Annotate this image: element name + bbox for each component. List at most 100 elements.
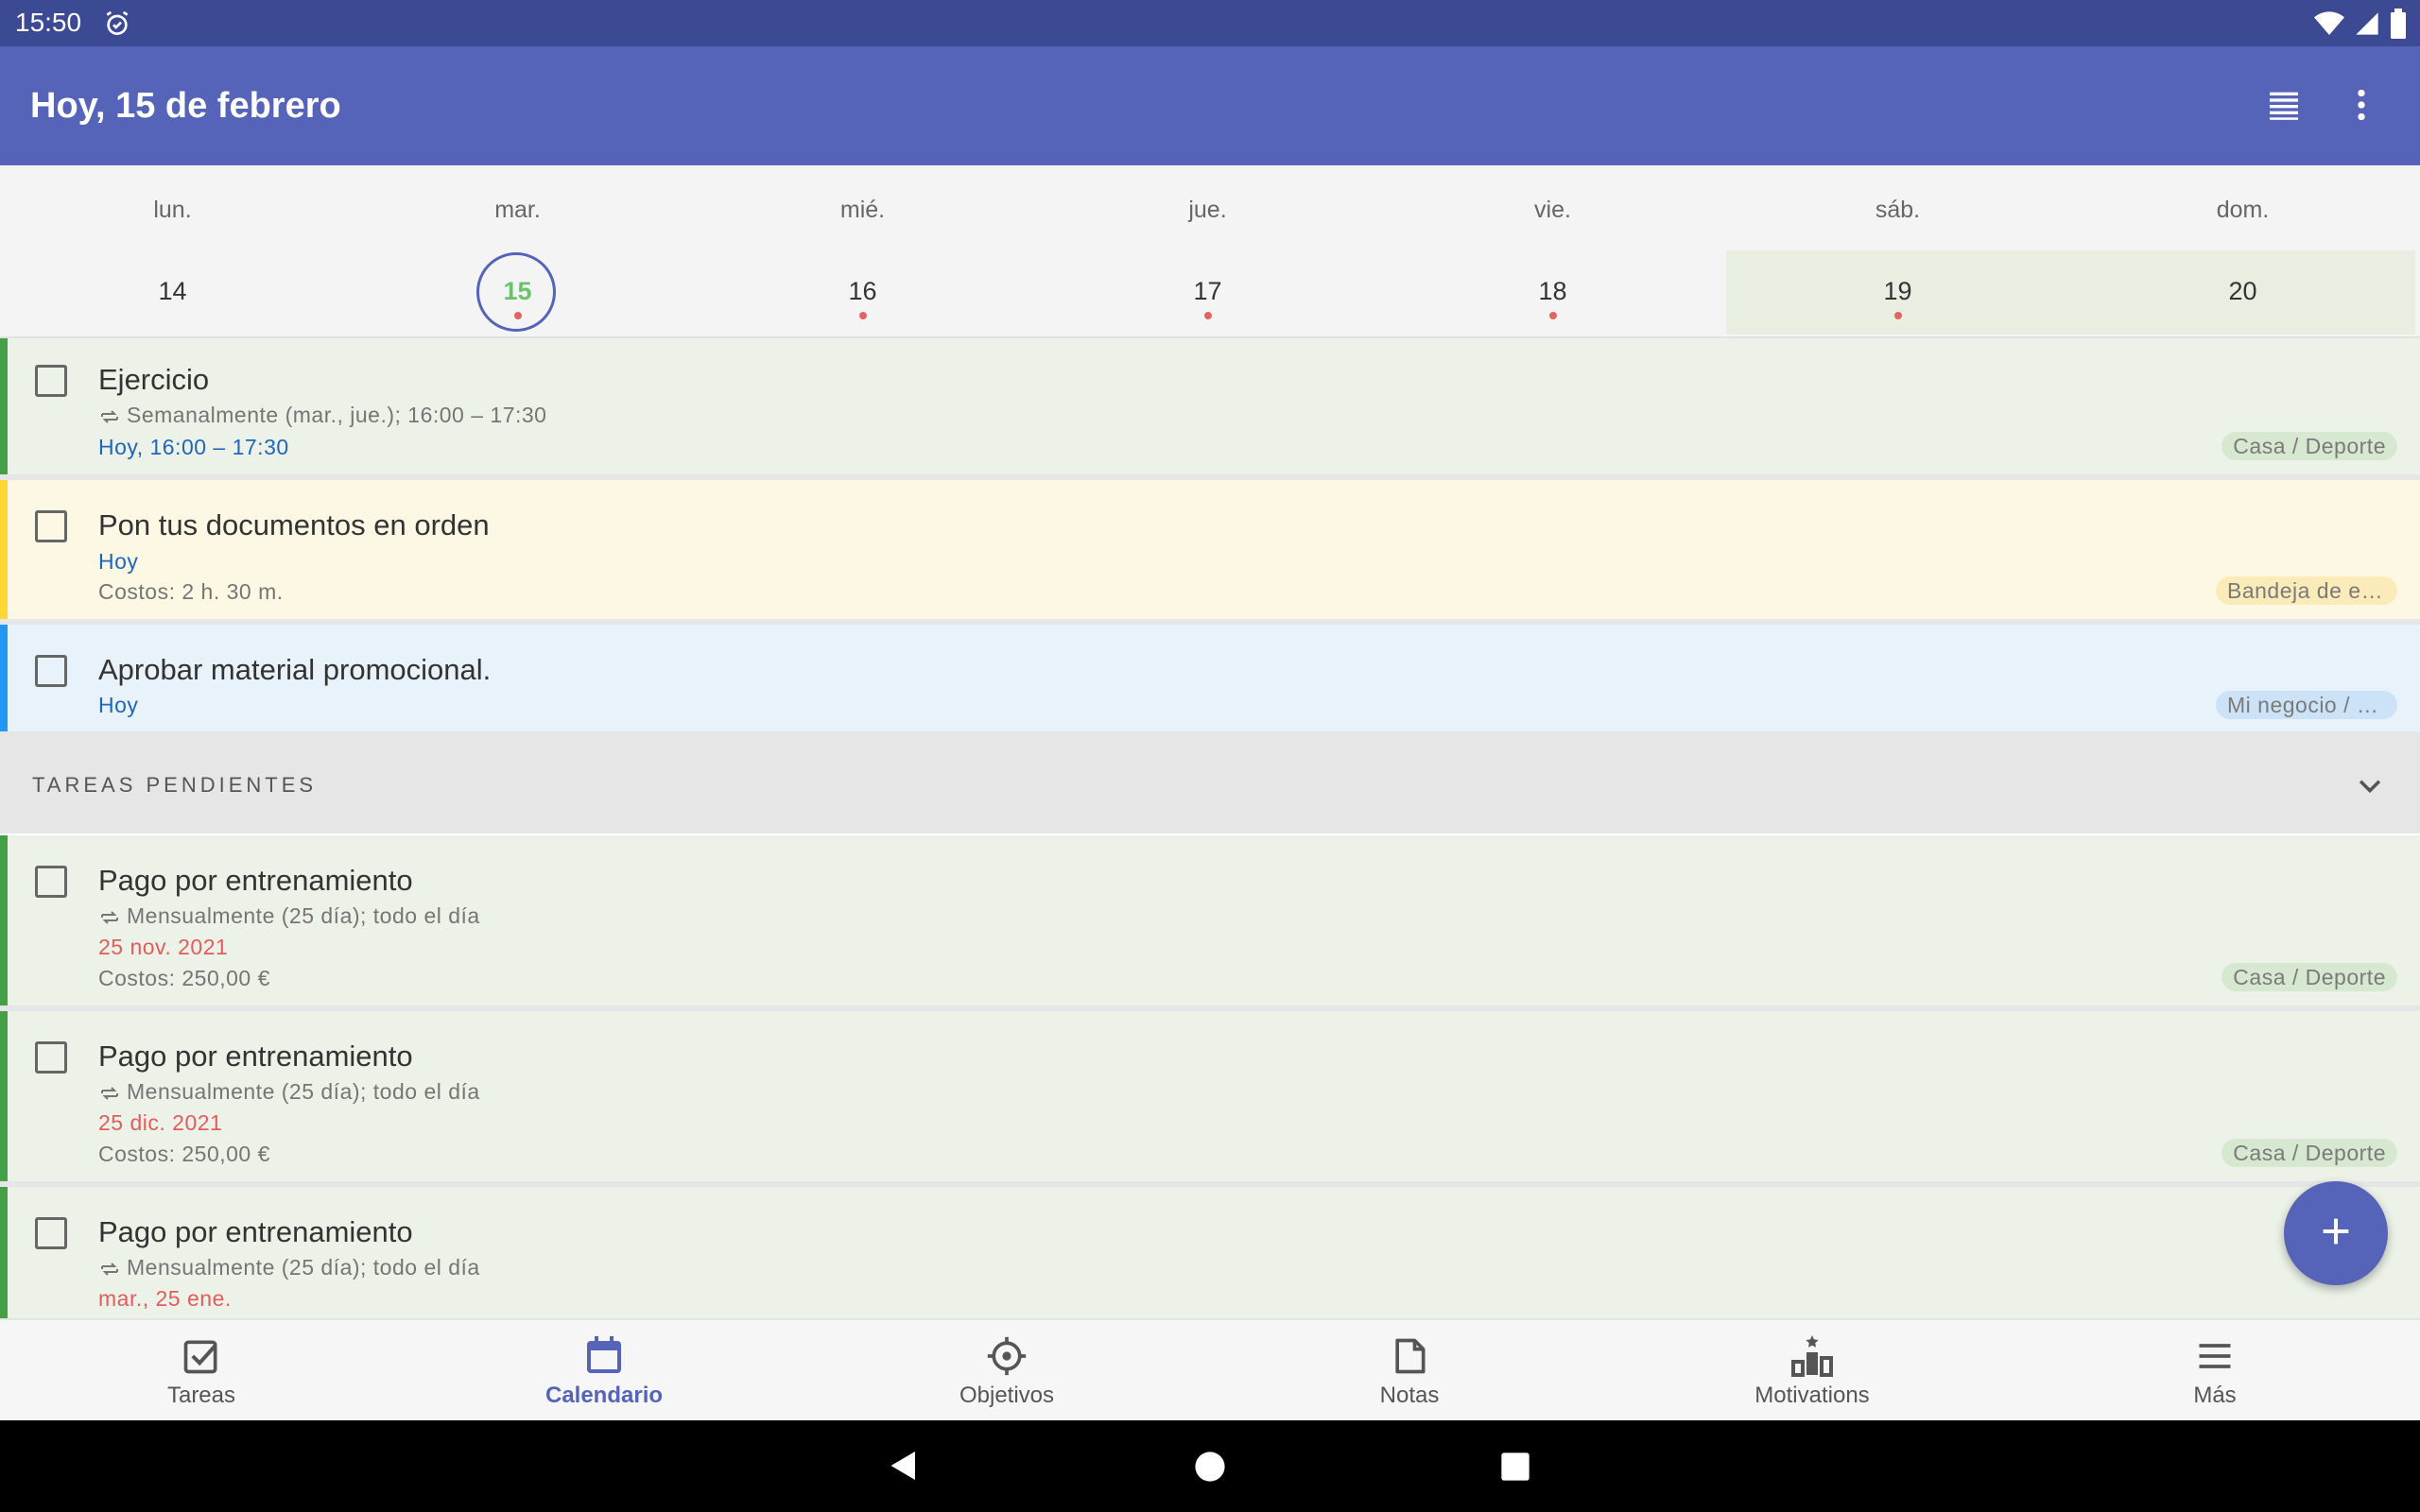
event-dot [1893,312,1902,319]
repeat-text: Mensualmente (25 día); todo el día [127,1079,480,1104]
nav-label: Notas [1379,1383,1440,1408]
overflow-menu-button[interactable] [2339,84,2384,129]
task-item[interactable]: Pago por entrenamiento Mensualmente (25 … [0,1011,2420,1181]
task-title: Pago por entrenamiento [98,1215,413,1248]
task-repeat: Mensualmente (25 día); todo el día [98,1255,480,1280]
day-thursday[interactable]: jue. 17 [1035,165,1380,335]
task-checkbox[interactable] [35,1217,67,1249]
system-navigation-bar [0,1420,2420,1512]
list-view-button[interactable] [2261,84,2307,129]
task-cost: Costos: 2 h. 30 m. [98,579,284,604]
task-cost: Costos: 250,00 € [98,966,270,990]
nav-label: Tareas [166,1383,236,1408]
target-icon [984,1333,1029,1379]
task-checkbox[interactable] [35,655,67,687]
page-title: Hoy, 15 de febrero [30,86,341,126]
day-saturday[interactable]: sáb. 19 [1725,165,2070,335]
repeat-text: Semanalmente (mar., jue.); 16:00 – 17:30 [127,403,547,427]
alarm-icon [102,9,132,43]
day-number: 19 [1883,277,1912,305]
task-item[interactable]: Pago por entrenamiento Mensualmente (25 … [0,1187,2420,1318]
plus-icon [2317,1212,2355,1255]
priority-bar [0,1011,8,1181]
task-due: 25 dic. 2021 [98,1110,223,1135]
task-item[interactable]: Aprobar material promocional. Hoy Mi neg… [0,625,2420,731]
nav-label: Motivations [1754,1383,1870,1408]
chevron-down-icon[interactable] [2354,769,2386,806]
day-monday[interactable]: lun. 14 [0,165,345,335]
day-sunday[interactable]: dom. 20 [2070,165,2415,335]
add-task-button[interactable] [2284,1181,2388,1285]
task-item[interactable]: Ejercicio Semanalmente (mar., jue.); 16:… [0,338,2420,474]
event-dot [1203,312,1212,319]
repeat-text: Mensualmente (25 día); todo el día [127,903,480,928]
nav-label: Objetivos [959,1383,1055,1408]
task-checkbox[interactable] [35,1041,67,1074]
task-due: 25 nov. 2021 [98,935,229,959]
task-title: Pago por entrenamiento [98,1040,413,1073]
repeat-icon [98,1082,121,1105]
task-when: Hoy [98,549,139,574]
day-name: vie. [1534,197,1571,223]
event-dot [1548,312,1557,319]
day-friday[interactable]: vie. 18 [1380,165,1725,335]
task-when: Hoy, 16:00 – 17:30 [98,435,289,459]
task-tag: Bandeja de entrada [2216,576,2397,605]
day-name: jue. [1188,197,1227,223]
list-view-icon [2265,86,2303,129]
nav-mas[interactable]: Más [2014,1320,2416,1422]
recents-icon[interactable] [1500,1452,1530,1486]
checkbox-icon [179,1333,224,1379]
priority-bar [0,625,8,731]
priority-bar [0,835,8,1005]
more-vert-icon [2342,86,2380,129]
battery-icon [2390,9,2407,43]
task-cost: Costos: 250,00 € [98,1142,270,1166]
repeat-icon [98,405,121,428]
task-tag: Casa / Deporte [2221,432,2397,460]
task-item[interactable]: Pago por entrenamiento Mensualmente (25 … [0,835,2420,1005]
nav-label: Más [2193,1383,2237,1408]
task-title: Aprobar material promocional. [98,653,492,686]
calendar-icon [581,1333,627,1379]
menu-icon [2192,1333,2238,1379]
nav-tareas[interactable]: Tareas [0,1320,403,1422]
task-due: mar., 25 ene. [98,1286,232,1311]
nav-motivations[interactable]: Motivations [1611,1320,2014,1422]
task-checkbox[interactable] [35,365,67,397]
nav-notas[interactable]: Notas [1208,1320,1611,1422]
pending-section-header[interactable]: TAREAS PENDIENTES [0,737,2420,833]
day-name: sáb. [1875,197,1921,223]
home-icon[interactable] [1194,1451,1226,1487]
repeat-icon [98,1258,121,1280]
task-checkbox[interactable] [35,510,67,542]
day-tuesday-today[interactable]: mar. 15 [345,165,690,335]
task-title: Pon tus documentos en orden [98,508,490,541]
day-wednesday[interactable]: mié. 16 [690,165,1035,335]
repeat-icon [98,906,121,929]
podium-icon [1789,1333,1835,1379]
wifi-icon [2314,9,2344,43]
task-item[interactable]: Pon tus documentos en orden Hoy Costos: … [0,480,2420,619]
day-number: 18 [1538,277,1567,305]
day-name: dom. [2216,197,2270,223]
day-number: 14 [158,277,187,305]
repeat-text: Mensualmente (25 día); todo el día [127,1255,480,1280]
task-repeat: Mensualmente (25 día); todo el día [98,903,480,929]
nav-objetivos[interactable]: Objetivos [805,1320,1208,1422]
day-number: 15 [503,277,532,305]
nav-label: Calendario [544,1383,664,1408]
bottom-navigation: Tareas Calendario Objetivos Notas Motiva… [0,1318,2420,1422]
signal-icon [2354,9,2380,43]
day-name: lun. [153,197,192,223]
week-strip: lun. 14 mar. 15 mié. 16 jue. 17 vie. 18 … [0,165,2420,338]
nav-calendario[interactable]: Calendario [403,1320,805,1422]
event-dot [858,312,867,319]
priority-bar [0,338,8,474]
section-label: TAREAS PENDIENTES [32,773,318,797]
back-icon[interactable] [887,1449,921,1487]
priority-bar [0,1187,8,1318]
priority-bar [0,480,8,619]
day-number: 16 [848,277,877,305]
task-checkbox[interactable] [35,866,67,898]
